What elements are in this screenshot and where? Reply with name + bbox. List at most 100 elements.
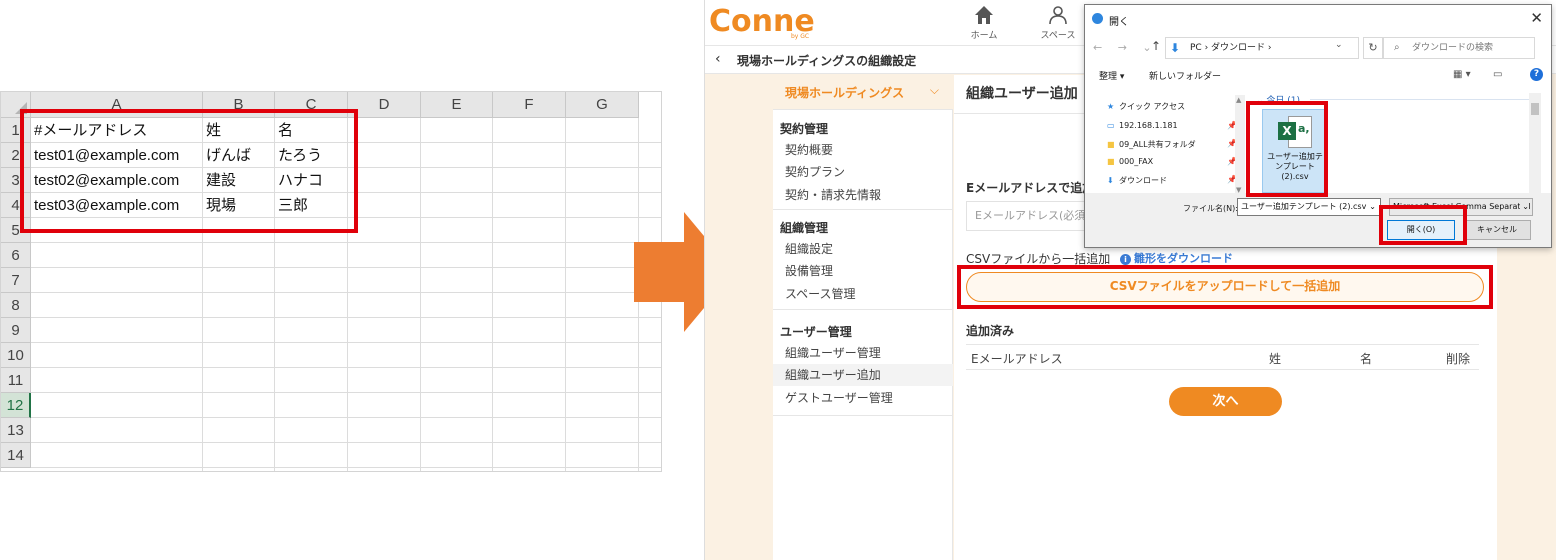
nav-home[interactable]: ホーム: [959, 4, 1009, 41]
navigation-pane: ★ クイック アクセス ▭ 192.168.1.181 📌 ■ 09_ALL共有フォル…: [1095, 91, 1237, 191]
col-email: Eメールアドレス: [971, 352, 1063, 366]
nav-item-label: 000_FAX: [1119, 157, 1154, 166]
back-chevron-icon[interactable]: ‹: [715, 51, 721, 67]
sidebar-header-contract: 契約管理: [780, 122, 829, 136]
nav-item-label: クイック アクセス: [1119, 102, 1186, 111]
star-icon: ★: [1107, 102, 1115, 111]
back-forward-icons[interactable]: ← → ⌄: [1093, 41, 1158, 54]
row-header[interactable]: 11: [1, 368, 31, 393]
scrollbar-thumb[interactable]: [1531, 103, 1539, 115]
row-header[interactable]: 14: [1, 443, 31, 468]
sidebar-header-users: ユーザー管理: [780, 325, 852, 339]
new-folder-button[interactable]: 新しいフォルダー: [1149, 69, 1221, 82]
preview-pane-icon[interactable]: ▭: [1493, 69, 1502, 80]
row-header[interactable]: 7: [1, 268, 31, 293]
column-header-g[interactable]: G: [566, 92, 639, 118]
filename-input[interactable]: ユーザー追加テンプレート (2).csv ⌄: [1237, 198, 1381, 216]
folder-icon: ■: [1107, 157, 1115, 166]
row-header-selected[interactable]: 12: [1, 393, 31, 418]
grid-row: [31, 293, 661, 318]
nav-space[interactable]: スペース: [1033, 4, 1083, 41]
row-header[interactable]: 6: [1, 243, 31, 268]
nav-item-label: 192.168.1.181: [1119, 121, 1178, 130]
cancel-button[interactable]: キャンセル: [1463, 220, 1531, 240]
grid-row: [31, 368, 661, 393]
added-users-table-header: Eメールアドレス 姓 名 削除: [966, 344, 1479, 370]
close-icon[interactable]: ✕: [1530, 9, 1543, 27]
highlight-box-data: [20, 109, 358, 233]
sidebar-item-add-org-user[interactable]: 組織ユーザー追加: [773, 364, 953, 386]
column-header-e[interactable]: E: [421, 92, 493, 118]
file-scrollbar[interactable]: [1529, 93, 1541, 193]
search-input[interactable]: ⌕ ダウンロードの検索: [1383, 37, 1535, 59]
view-options-icon[interactable]: ▦ ▾: [1453, 69, 1471, 80]
chevron-down-icon[interactable]: ⌄: [1369, 199, 1376, 215]
download-arrow-icon: ⬇: [1170, 41, 1181, 55]
nav-item-label: 09_ALL共有フォルダ: [1119, 140, 1196, 149]
nav-item-fax-folder[interactable]: ■ 000_FAX: [1107, 157, 1153, 166]
nav-item-label: ダウンロード: [1119, 176, 1167, 185]
sidebar-header-org: 組織管理: [780, 221, 829, 235]
sidebar-item-contract-overview[interactable]: 契約概要: [773, 139, 953, 161]
sidebar-item-contract-plan[interactable]: 契約プラン: [773, 161, 953, 183]
divider: [773, 309, 953, 310]
org-selector[interactable]: 現場ホールディングス ⌵: [773, 75, 953, 109]
col-delete: 削除: [1446, 352, 1471, 366]
up-arrow-icon[interactable]: ↑: [1151, 39, 1161, 53]
grid-row: [31, 393, 661, 418]
email-section-label: Eメールアドレスで追加: [966, 181, 1095, 195]
settings-sidebar: 現場ホールディングス ⌵ 契約管理 契約概要 契約プラン 契約・請求先情報 組織…: [773, 75, 953, 560]
template-download-link[interactable]: i 雛形をダウンロード: [1120, 250, 1233, 266]
chevron-down-icon: ⌵: [929, 83, 939, 97]
nav-item-network[interactable]: ▭ 192.168.1.181: [1107, 121, 1178, 130]
column-header-d[interactable]: D: [348, 92, 421, 118]
nav-scrollbar[interactable]: [1235, 95, 1245, 195]
org-name: 現場ホールディングス: [785, 86, 905, 100]
help-icon[interactable]: ?: [1530, 68, 1543, 81]
sidebar-item-guest-users[interactable]: ゲストユーザー管理: [773, 387, 953, 409]
divider: [773, 415, 953, 416]
grid-row: [31, 418, 661, 443]
search-placeholder: ダウンロードの検索: [1412, 43, 1494, 53]
home-icon: [975, 6, 993, 24]
sidebar-item-billing-info[interactable]: 契約・請求先情報: [773, 184, 953, 206]
nav-item-quick-access[interactable]: ★ クイック アクセス: [1107, 101, 1185, 112]
sidebar-item-equipment[interactable]: 設備管理: [773, 260, 953, 282]
app-icon: [1092, 13, 1103, 24]
path-dropdown-icon[interactable]: ⌄: [1335, 40, 1343, 50]
template-download-label: 雛形をダウンロード: [1134, 252, 1233, 265]
row-header[interactable]: 9: [1, 318, 31, 343]
logo-subtext: by GC: [791, 33, 810, 40]
section-title: 組織ユーザー追加: [966, 86, 1078, 102]
sidebar-item-space-management[interactable]: スペース管理: [773, 283, 953, 305]
divider: [773, 109, 953, 110]
chevron-down-icon: ⌄: [1520, 199, 1529, 215]
nav-item-downloads[interactable]: ⬇ ダウンロード: [1107, 175, 1167, 186]
nav-home-label: ホーム: [970, 31, 998, 41]
filename-value: ユーザー追加テンプレート (2).csv: [1241, 202, 1367, 211]
group-divider: [1310, 99, 1530, 100]
search-icon: ⌕: [1394, 42, 1400, 53]
space-icon: [1049, 6, 1067, 25]
sidebar-item-org-settings[interactable]: 組織設定: [773, 238, 953, 260]
address-path[interactable]: ⬇ PC › ダウンロード ›: [1165, 37, 1359, 59]
organize-button[interactable]: 整理 ▾: [1099, 69, 1124, 82]
grid-line: [420, 118, 421, 471]
refresh-icon[interactable]: ↻: [1363, 37, 1383, 59]
added-label: 追加済み: [966, 324, 1015, 338]
highlight-box-file: [1246, 101, 1328, 197]
grid-row: [31, 343, 661, 368]
highlight-box-csv: [957, 265, 1493, 309]
dialog-footer: ファイル名(N): ユーザー追加テンプレート (2).csv ⌄ Microsof…: [1085, 193, 1551, 247]
nav-item-shared-folder[interactable]: ■ 09_ALL共有フォルダ: [1107, 139, 1196, 150]
row-header[interactable]: 13: [1, 418, 31, 443]
computer-icon: ▭: [1107, 121, 1115, 130]
row-header[interactable]: 10: [1, 343, 31, 368]
col-first-name: 名: [1360, 352, 1373, 366]
col-last-name: 姓: [1269, 352, 1282, 366]
next-button[interactable]: 次へ: [1169, 387, 1282, 416]
download-icon: ⬇: [1107, 176, 1114, 185]
row-header[interactable]: 8: [1, 293, 31, 318]
sidebar-item-org-users[interactable]: 組織ユーザー管理: [773, 342, 953, 364]
column-header-f[interactable]: F: [493, 92, 566, 118]
